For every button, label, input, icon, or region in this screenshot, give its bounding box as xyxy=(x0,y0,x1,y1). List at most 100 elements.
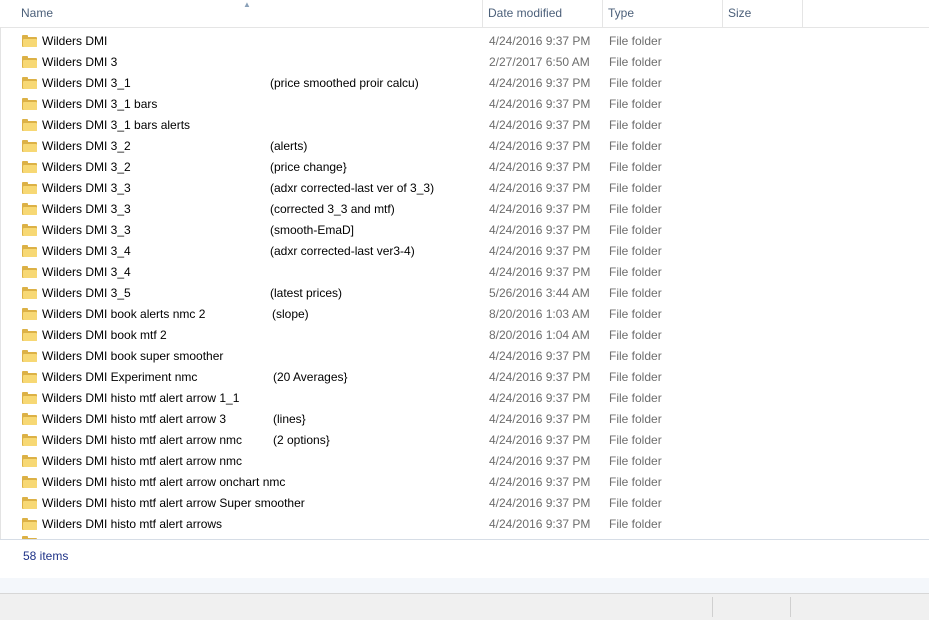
file-name-note: (20 Averages} xyxy=(273,370,348,384)
file-name: Wilders DMI histo mtf alert arrow 1_1 xyxy=(42,391,240,405)
file-name: Wilders DMI histo mtf alert arrow onchar… xyxy=(42,475,286,489)
file-date-modified: 4/24/2016 9:37 PM xyxy=(489,244,591,258)
file-row[interactable]: Wilders DMI 3_3 (smooth-EmaD] 4/24/2016 9:… xyxy=(0,220,929,241)
file-type: File folder xyxy=(609,265,662,279)
file-date-modified: 4/24/2016 9:37 PM xyxy=(489,370,591,384)
file-name: Wilders DMI 3_3 xyxy=(42,223,131,237)
folder-icon xyxy=(22,329,37,341)
file-row[interactable]: Wilders DMI book mtf 2 8/20/2016 1:04 AM F… xyxy=(0,325,929,346)
file-row[interactable]: Wilders DMI 3_4 4/24/2016 9:37 PM File fol… xyxy=(0,262,929,283)
file-type: File folder xyxy=(609,76,662,90)
folder-icon xyxy=(22,161,37,173)
column-header-bar: ▲ Name Date modified Type Size xyxy=(0,0,929,28)
file-row[interactable]: Wilders DMI 3_1 bars alerts 4/24/2016 9:3… xyxy=(0,115,929,136)
file-row[interactable]: Wilders DMI histo mtf alert arrow 3 (line… xyxy=(0,409,929,430)
file-date-modified: 4/24/2016 9:37 PM xyxy=(489,433,591,447)
file-name: Wilders DMI book alerts nmc 2 xyxy=(42,307,206,321)
file-date-modified: 5/26/2016 3:44 AM xyxy=(489,286,590,300)
file-row[interactable]: Wilders DMI histo mtf alert arrow 1_1 4/2… xyxy=(0,388,929,409)
column-header-date-modified[interactable]: Date modified xyxy=(483,0,603,27)
file-name: Wilders DMI book mtf 2 xyxy=(42,328,167,342)
file-type: File folder xyxy=(609,475,662,489)
file-date-modified: 4/24/2016 9:37 PM xyxy=(489,391,591,405)
folder-icon xyxy=(22,497,37,509)
file-name-note: (price change} xyxy=(270,160,347,174)
file-date-modified: 4/24/2016 9:37 PM xyxy=(489,97,591,111)
file-name: Wilders DMI 3_1 bars xyxy=(42,97,158,111)
file-row[interactable]: Wilders DMI 3_1 (price smoothed proir cal… xyxy=(0,73,929,94)
file-row[interactable]: Wilders DMI 3 2/27/2017 6:50 AM File folde… xyxy=(0,52,929,73)
file-type: File folder xyxy=(609,391,662,405)
bottom-bar-divider xyxy=(712,597,713,617)
file-row[interactable]: Wilders DMI 3_3 (adxr corrected-last ver … xyxy=(0,178,929,199)
file-row[interactable]: Wilders DMI 3_1 bars 4/24/2016 9:37 PM Fil… xyxy=(0,94,929,115)
file-date-modified: 4/24/2016 9:37 PM xyxy=(489,412,591,426)
status-bar: 58 items xyxy=(0,539,929,594)
file-name-note: (price smoothed proir calcu) xyxy=(270,76,419,90)
file-name: Wilders DMI 3_4 xyxy=(42,265,131,279)
file-type: File folder xyxy=(609,34,662,48)
file-date-modified: 8/20/2016 1:03 AM xyxy=(489,307,590,321)
file-name: Wilders DMI xyxy=(42,34,108,48)
folder-icon xyxy=(22,119,37,131)
file-name: Wilders DMI 3_4 xyxy=(42,244,131,258)
file-date-modified: 2/27/2017 6:50 AM xyxy=(489,55,590,69)
file-name: Wilders DMI 3_3 xyxy=(42,181,131,195)
column-header-size[interactable]: Size xyxy=(723,0,803,27)
column-header-type[interactable]: Type xyxy=(603,0,723,27)
column-header-size-label: Size xyxy=(728,6,752,20)
file-name: Wilders DMI book super smoother xyxy=(42,349,224,363)
file-date-modified: 4/24/2016 9:37 PM xyxy=(489,34,591,48)
column-header-name[interactable]: Name xyxy=(16,0,483,27)
file-date-modified: 4/24/2016 9:37 PM xyxy=(489,202,591,216)
file-row[interactable]: Wilders DMI 3_5 (latest prices) 5/26/2016 … xyxy=(0,283,929,304)
folder-icon xyxy=(22,434,37,446)
file-row[interactable]: Wilders DMI 3_2 (price change} 4/24/2016 9… xyxy=(0,157,929,178)
file-type: File folder xyxy=(609,412,662,426)
file-row[interactable]: Wilders DMI book super smoother 4/24/2016… xyxy=(0,346,929,367)
file-type: File folder xyxy=(609,181,662,195)
folder-icon xyxy=(22,266,37,278)
file-type: File folder xyxy=(609,286,662,300)
folder-icon xyxy=(22,203,37,215)
folder-icon xyxy=(22,371,37,383)
folder-icon xyxy=(22,392,37,404)
file-name-note: (alerts) xyxy=(270,139,308,153)
file-type: File folder xyxy=(609,328,662,342)
file-date-modified: 4/24/2016 9:37 PM xyxy=(489,496,591,510)
file-type: File folder xyxy=(609,244,662,258)
file-type: File folder xyxy=(609,97,662,111)
file-name-note: (slope) xyxy=(272,307,309,321)
file-row[interactable]: Wilders DMI 3_4 (adxr corrected-last ver3… xyxy=(0,241,929,262)
file-name: Wilders DMI 3_5 xyxy=(42,286,131,300)
file-name-note: (corrected 3_3 and mtf) xyxy=(270,202,395,216)
file-name-note: (adxr corrected-last ver of 3_3) xyxy=(270,181,435,195)
file-row[interactable]: Wilders DMI book alerts nmc 2 (slope) 8/20… xyxy=(0,304,929,325)
folder-icon xyxy=(22,35,37,47)
file-date-modified: 4/24/2016 9:37 PM xyxy=(489,475,591,489)
file-row[interactable]: Wilders DMI histo mtf alert arrow nmc (2 … xyxy=(0,430,929,451)
file-row[interactable]: Wilders DMI histo mtf alert arrow onchar… xyxy=(0,472,929,493)
file-date-modified: 4/24/2016 9:37 PM xyxy=(489,139,591,153)
folder-icon xyxy=(22,182,37,194)
file-name: Wilders DMI 3_2 xyxy=(42,139,131,153)
file-name: Wilders DMI 3 xyxy=(42,55,118,69)
file-row[interactable]: Wilders DMI 3_3 (corrected 3_3 and mtf) 4/… xyxy=(0,199,929,220)
file-name-note: (adxr corrected-last ver3-4) xyxy=(270,244,415,258)
file-row[interactable]: Wilders DMI histo mtf alert arrow nmc 4/2… xyxy=(0,451,929,472)
file-date-modified: 4/24/2016 9:37 PM xyxy=(489,76,591,90)
file-type: File folder xyxy=(609,202,662,216)
file-type: File folder xyxy=(609,496,662,510)
file-row[interactable]: Wilders DMI histo mtf alert arrow Super … xyxy=(0,493,929,514)
file-name: Wilders DMI 3_3 xyxy=(42,202,131,216)
file-row[interactable]: Wilders DMI 4/24/2016 9:37 PM File folder xyxy=(0,31,929,52)
file-row-partial-bottom[interactable] xyxy=(0,532,929,539)
folder-icon xyxy=(22,140,37,152)
file-list[interactable]: Wilders DMI 4/24/2016 9:37 PM File folder W… xyxy=(0,27,929,539)
file-row[interactable]: Wilders DMI Experiment nmc (20 Averages} 4… xyxy=(0,367,929,388)
file-row[interactable]: Wilders DMI 3_2 (alerts) 4/24/2016 9:37 PM… xyxy=(0,136,929,157)
folder-icon xyxy=(22,350,37,362)
file-name-note: (2 options} xyxy=(273,433,330,447)
folder-icon xyxy=(22,308,37,320)
folder-icon xyxy=(22,224,37,236)
